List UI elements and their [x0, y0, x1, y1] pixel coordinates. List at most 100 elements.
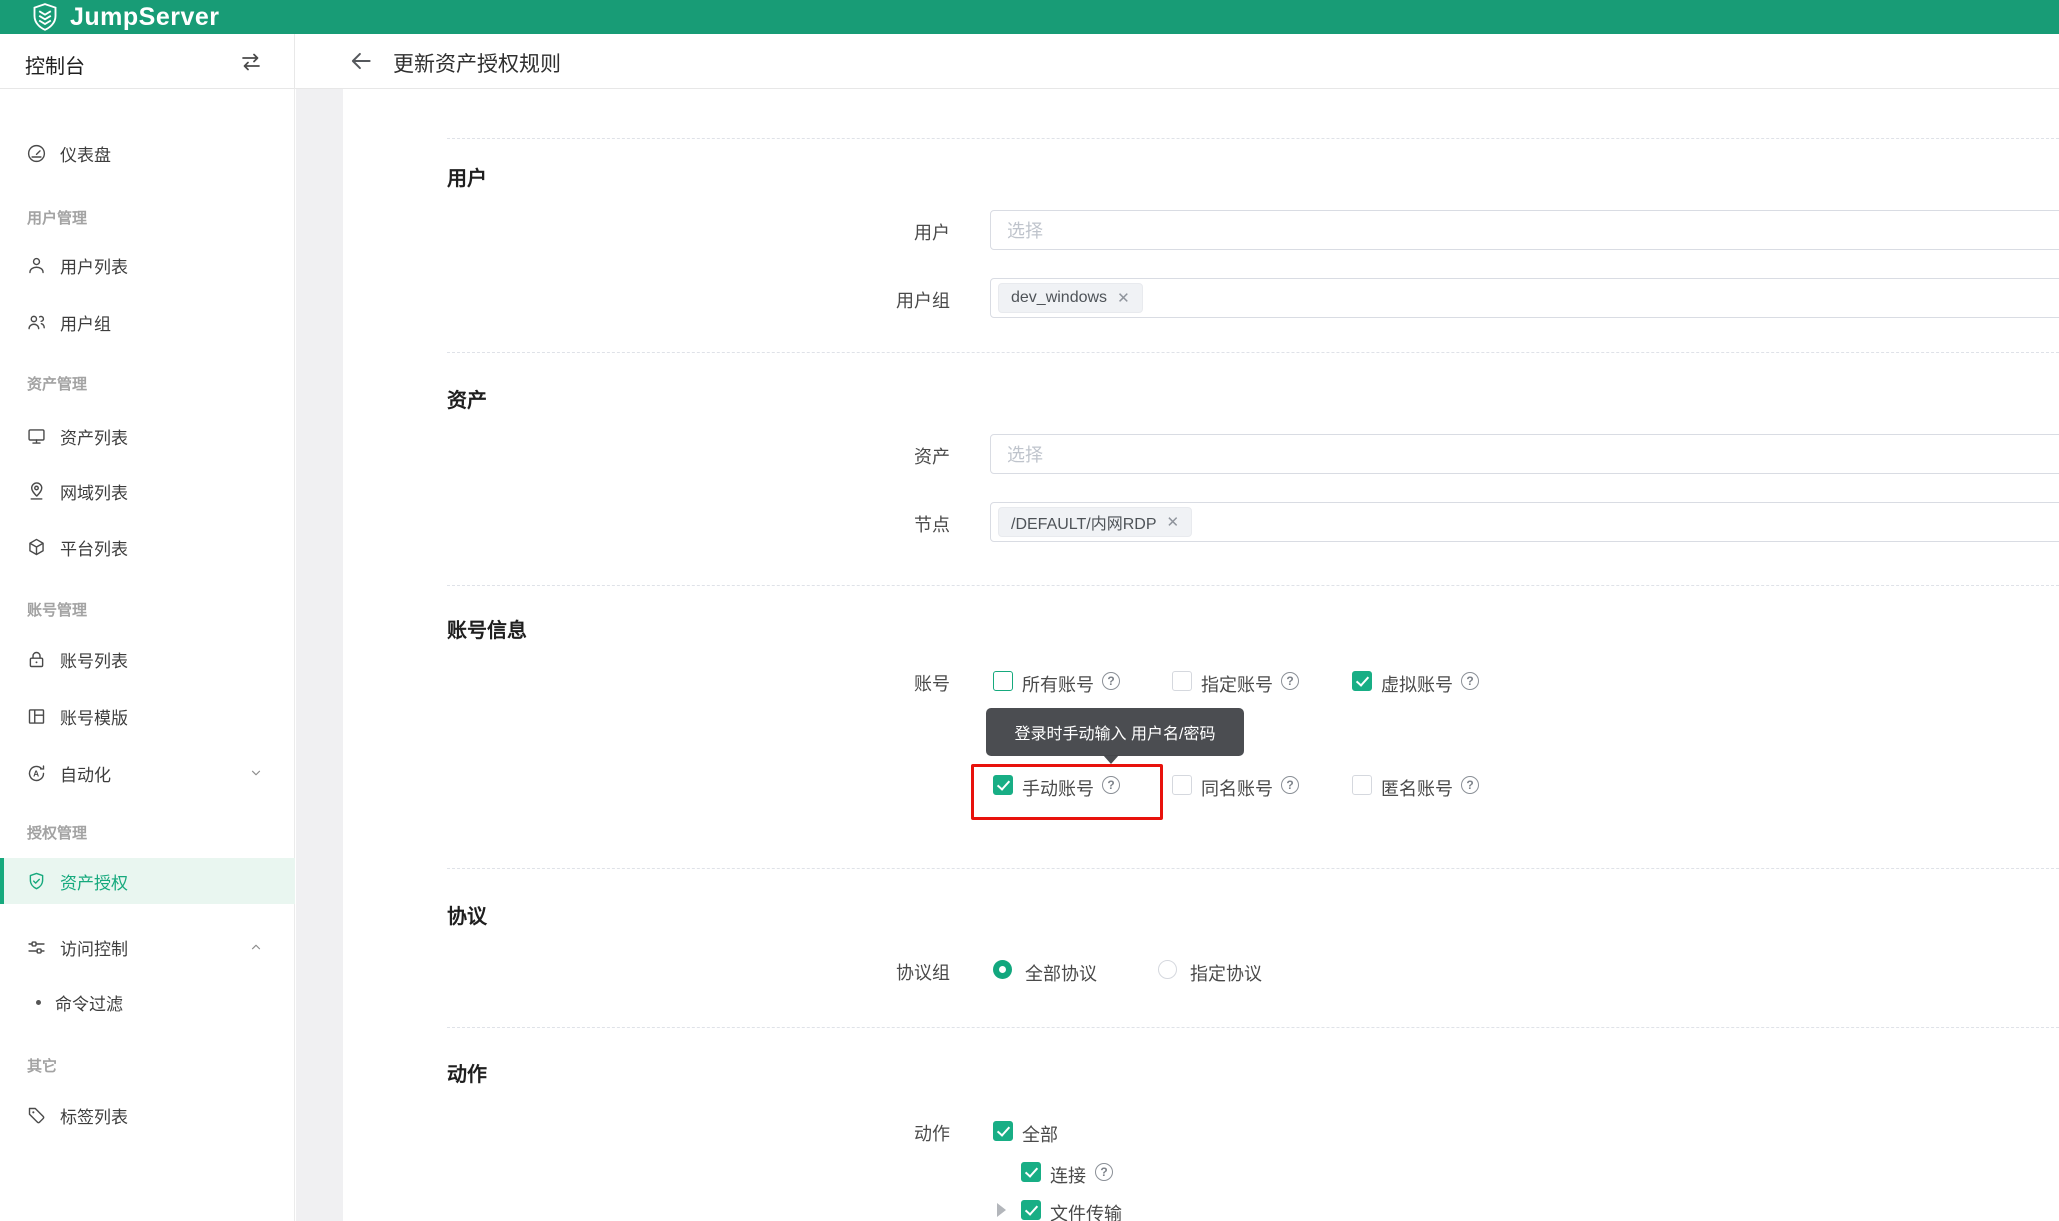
chevron-up-icon — [251, 944, 261, 950]
logo-text: JumpServer — [70, 2, 220, 31]
users-icon — [25, 311, 47, 333]
console-label[interactable]: 控制台 — [25, 50, 85, 79]
panel-swap-icon[interactable] — [238, 50, 264, 74]
checkbox-action-file-transfer[interactable] — [1021, 1200, 1041, 1220]
option-label-all-accounts: 所有账号 — [1022, 675, 1094, 695]
checkbox-all-accounts[interactable] — [993, 671, 1013, 691]
section-title-asset: 资产 — [447, 390, 487, 412]
help-icon[interactable]: ? — [1102, 672, 1120, 690]
sidebar-item-account-list[interactable]: 账号列表 — [0, 636, 295, 682]
section-divider — [447, 352, 2059, 353]
field-label-node: 节点 — [914, 515, 950, 535]
bullet-icon — [36, 999, 41, 1005]
sidebar-item-label: 资产授权 — [60, 873, 128, 893]
sidebar-item-label: 用户列表 — [60, 257, 128, 277]
sidebar-item-dashboard[interactable]: 仪表盘 — [0, 130, 295, 176]
checkbox-manual-account[interactable] — [993, 775, 1013, 795]
section-title-account: 账号信息 — [447, 620, 527, 642]
sidebar-item-label: 标签列表 — [60, 1107, 128, 1127]
expand-caret-icon[interactable] — [997, 1203, 1006, 1217]
field-label-action: 动作 — [914, 1124, 950, 1144]
shield-logo-icon — [33, 3, 57, 31]
option-label-action-all: 全部 — [1022, 1125, 1058, 1145]
help-icon[interactable]: ? — [1461, 776, 1479, 794]
sidebar-item-label: 账号列表 — [60, 651, 128, 671]
section-divider — [447, 868, 2059, 869]
section-title-action: 动作 — [447, 1064, 487, 1086]
secondary-header: 控制台 更新资产授权规则 — [0, 34, 2059, 89]
help-icon[interactable]: ? — [1281, 776, 1299, 794]
lock-icon — [25, 648, 47, 670]
help-icon[interactable]: ? — [1461, 672, 1479, 690]
sidebar-item-tag-list[interactable]: 标签列表 — [0, 1092, 295, 1138]
checkbox-action-connect[interactable] — [1021, 1162, 1041, 1182]
sidebar-section-assets: 资产管理 — [27, 376, 88, 393]
sidebar-item-asset-list[interactable]: 资产列表 — [0, 413, 295, 459]
template-icon — [25, 705, 47, 727]
checkbox-virtual-accounts[interactable] — [1352, 671, 1372, 691]
sidebar-item-asset-permissions[interactable]: 资产授权 — [0, 858, 295, 904]
sidebar-item-label: 用户组 — [60, 314, 111, 334]
field-label-protocol-group: 协议组 — [896, 963, 950, 983]
back-arrow-icon[interactable] — [348, 48, 374, 74]
user-group-select-input[interactable] — [990, 278, 2059, 318]
option-label-virtual-accounts: 虚拟账号 — [1381, 675, 1453, 695]
sidebar-item-label: 仪表盘 — [60, 145, 111, 165]
radio-all-protocols[interactable] — [993, 960, 1012, 979]
help-icon[interactable]: ? — [1281, 672, 1299, 690]
option-label-specified-accounts: 指定账号 — [1201, 675, 1273, 695]
sidebar-item-platform-list[interactable]: 平台列表 — [0, 524, 295, 570]
section-divider — [447, 138, 2059, 139]
user-group-tag[interactable]: dev_windows ✕ — [998, 283, 1143, 313]
field-label-account: 账号 — [914, 674, 950, 694]
section-divider — [447, 585, 2059, 586]
sidebar-item-domain-list[interactable]: 网域列表 — [0, 468, 295, 514]
sidebar-item-label: 网域列表 — [60, 483, 128, 503]
help-icon[interactable]: ? — [1102, 776, 1120, 794]
tag-icon — [25, 1104, 47, 1126]
svg-text:A: A — [33, 768, 39, 778]
jumpserver-logo[interactable]: JumpServer — [0, 3, 220, 32]
help-icon[interactable]: ? — [1095, 1163, 1113, 1181]
sidebar-subitem-command-filter[interactable]: 命令过滤 — [0, 979, 295, 1025]
sidebar-section-other: 其它 — [27, 1058, 58, 1075]
sidebar-item-label: 平台列表 — [60, 539, 128, 559]
automation-icon: A — [25, 762, 47, 784]
monitor-icon — [25, 425, 47, 447]
field-label-user: 用户 — [914, 223, 950, 243]
sidebar: 仪表盘 用户管理 用户列表 用户组 资产管理 资产列表 网域列表 平台列表 账号… — [0, 89, 295, 1221]
sidebar-item-label: 自动化 — [60, 765, 111, 785]
tag-label: dev_windows — [1011, 289, 1108, 306]
section-divider — [447, 1027, 2059, 1028]
field-label-asset: 资产 — [914, 447, 950, 467]
option-label-all-protocols: 全部协议 — [1025, 964, 1097, 984]
shield-check-icon — [25, 870, 47, 892]
sidebar-item-user-list[interactable]: 用户列表 — [0, 242, 295, 288]
checkbox-action-all[interactable] — [993, 1121, 1013, 1141]
map-pin-icon — [25, 480, 47, 502]
sidebar-item-automation[interactable]: A 自动化 — [0, 750, 295, 796]
sidebar-item-user-groups[interactable]: 用户组 — [0, 299, 295, 345]
field-label-user-group: 用户组 — [896, 291, 950, 311]
checkbox-same-name-account[interactable] — [1172, 775, 1192, 795]
option-label-manual-account: 手动账号 — [1022, 779, 1094, 799]
scrollbar-track — [296, 89, 343, 1221]
sidebar-item-label: 账号模版 — [60, 708, 128, 728]
checkbox-anonymous-account[interactable] — [1352, 775, 1372, 795]
sidebar-item-label: 访问控制 — [60, 939, 128, 959]
asset-select-input[interactable]: 选择 — [990, 434, 2059, 474]
sliders-icon — [25, 936, 47, 958]
sidebar-item-access-control[interactable]: 访问控制 — [0, 924, 295, 970]
radio-specified-protocols[interactable] — [1158, 960, 1177, 979]
node-tag[interactable]: /DEFAULT/内网RDP ✕ — [998, 507, 1193, 537]
option-label-action-file-transfer: 文件传输 — [1050, 1204, 1122, 1221]
option-label-action-connect: 连接 — [1050, 1166, 1086, 1186]
tag-close-icon[interactable]: ✕ — [1167, 515, 1180, 530]
section-title-user: 用户 — [447, 168, 487, 190]
tag-close-icon[interactable]: ✕ — [1117, 291, 1130, 306]
sidebar-item-account-template[interactable]: 账号模版 — [0, 693, 295, 739]
user-icon — [25, 254, 47, 276]
user-select-input[interactable]: 选择 — [990, 210, 2059, 250]
option-label-specified-protocols: 指定协议 — [1190, 964, 1262, 984]
checkbox-specified-accounts[interactable] — [1172, 671, 1192, 691]
